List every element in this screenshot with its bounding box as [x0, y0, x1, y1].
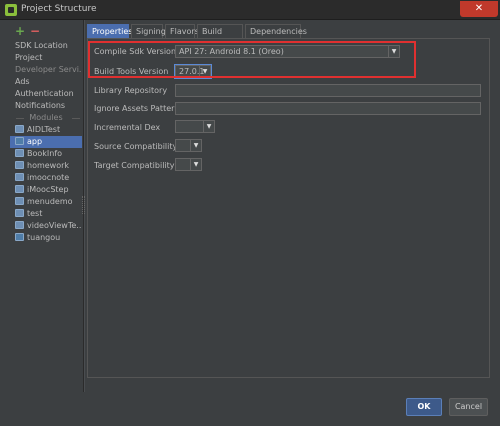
window-close-button[interactable]: ✕ [460, 1, 498, 17]
splitter-handle[interactable] [82, 196, 85, 214]
source-compatibility-label: Source Compatibility [94, 142, 178, 151]
module-label: imoocnote [27, 173, 70, 182]
android-studio-icon [5, 4, 17, 16]
module-item[interactable]: iMoocStep [10, 184, 82, 196]
library-repository-label: Library Repository [94, 86, 168, 95]
module-item[interactable]: homework [10, 160, 82, 172]
module-icon [15, 173, 24, 181]
module-icon [15, 233, 24, 241]
module-icon [15, 161, 24, 169]
chevron-down-icon: ▼ [190, 159, 201, 170]
target-compatibility-label: Target Compatibility [94, 161, 175, 170]
sidebar-item-authentication[interactable]: Authentication [15, 88, 81, 100]
tab-dependencies[interactable]: Dependencies [245, 24, 307, 38]
module-item-selected[interactable]: app [10, 136, 82, 148]
remove-icon[interactable]: − [30, 24, 40, 38]
module-icon [15, 197, 24, 205]
source-compatibility-dropdown[interactable]: ▼ [175, 139, 202, 152]
module-label: iMoocStep [27, 185, 69, 194]
window-title: Project Structure [21, 4, 97, 14]
module-icon [15, 221, 24, 229]
modules-header: Modules [10, 112, 82, 124]
module-item[interactable]: tuangou [10, 232, 82, 244]
sidebar-item-project[interactable]: Project [15, 52, 81, 64]
module-label: tuangou [27, 233, 61, 242]
module-item[interactable]: test [10, 208, 82, 220]
module-icon [15, 149, 24, 157]
module-item[interactable]: imoocnote [10, 172, 82, 184]
incremental-dex-dropdown[interactable]: ▼ [175, 120, 215, 133]
module-label: homework [27, 161, 70, 170]
module-icon [15, 125, 24, 133]
ok-button[interactable]: OK [406, 398, 442, 416]
module-label: videoViewTe... [27, 221, 82, 230]
module-icon [15, 185, 24, 193]
tab-properties[interactable]: Properties [87, 24, 132, 38]
module-icon [15, 209, 24, 217]
incremental-dex-label: Incremental Dex [94, 123, 161, 132]
sidebar-item-developer-services[interactable]: Developer Servi... [15, 64, 81, 76]
chevron-down-icon: ▼ [203, 121, 214, 132]
module-item[interactable]: AIDLTest [10, 124, 82, 136]
ignore-assets-label: Ignore Assets Pattern [94, 104, 180, 113]
module-label: test [27, 209, 43, 218]
module-label: BookInfo [27, 149, 63, 158]
module-item[interactable]: menudemo [10, 196, 82, 208]
chevron-down-icon: ▼ [190, 140, 201, 151]
title-bar: Project Structure ✕ [0, 0, 500, 20]
tab-flavors[interactable]: Flavors [165, 24, 199, 38]
annotation-highlight-box [88, 41, 416, 78]
android-module-icon [15, 137, 24, 145]
target-compatibility-dropdown[interactable]: ▼ [175, 158, 202, 171]
tab-build-types[interactable]: Build Types [197, 24, 243, 50]
module-item[interactable]: videoViewTe... [10, 220, 82, 232]
module-label: app [27, 137, 43, 146]
module-label: AIDLTest [27, 125, 61, 134]
add-icon[interactable]: + [15, 24, 25, 38]
sidebar-item-notifications[interactable]: Notifications [15, 100, 81, 112]
sidebar-item-ads[interactable]: Ads [15, 76, 81, 88]
library-repository-input[interactable] [175, 84, 481, 97]
tab-signing[interactable]: Signing [131, 24, 166, 38]
cancel-button[interactable]: Cancel [449, 398, 488, 416]
module-item[interactable]: BookInfo [10, 148, 82, 160]
module-label: menudemo [27, 197, 73, 206]
ignore-assets-input[interactable] [175, 102, 481, 115]
sidebar-item-sdk-location[interactable]: SDK Location [15, 40, 81, 52]
sidebar: + − SDK Location Project Developer Servi… [6, 20, 82, 392]
